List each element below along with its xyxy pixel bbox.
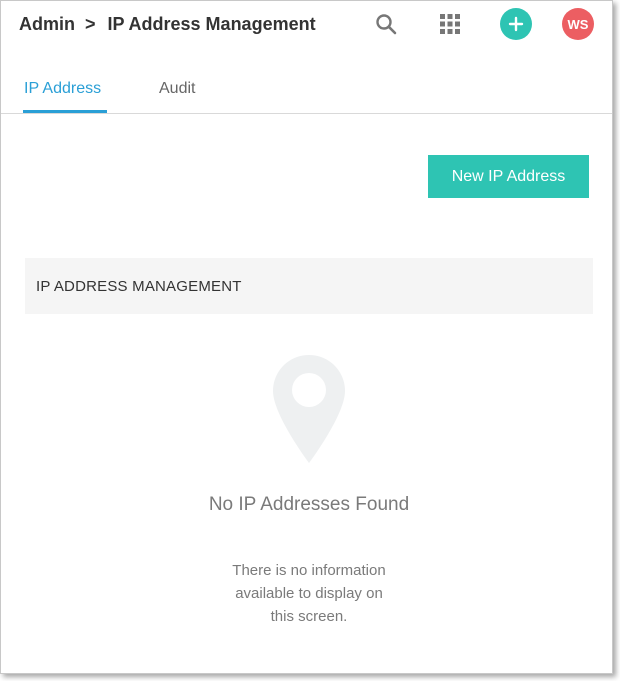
- page-title: IP Address Management: [107, 14, 316, 34]
- add-button[interactable]: [500, 8, 532, 40]
- empty-state-description: There is no information available to dis…: [232, 562, 386, 625]
- breadcrumb-separator: >: [85, 14, 96, 34]
- breadcrumb-admin-link[interactable]: Admin: [19, 14, 75, 35]
- plus-icon: [508, 16, 524, 32]
- app-window: Admin > IP Address Management WS IP Addr…: [0, 0, 613, 674]
- empty-state-title: No IP Addresses Found: [208, 494, 410, 515]
- search-icon: [376, 14, 397, 35]
- location-pin-icon: [273, 355, 345, 463]
- grid-icon: [440, 14, 460, 34]
- user-avatar[interactable]: WS: [562, 8, 594, 40]
- header: Admin > IP Address Management WS: [1, 1, 612, 51]
- tab-ip-address[interactable]: IP Address: [24, 80, 101, 98]
- tab-audit[interactable]: Audit: [159, 80, 195, 98]
- apps-button[interactable]: [435, 9, 465, 39]
- section-title: IP ADDRESS MANAGEMENT: [25, 258, 593, 314]
- active-tab-indicator: [23, 110, 107, 113]
- search-button[interactable]: [371, 9, 401, 39]
- new-ip-address-button[interactable]: New IP Address: [428, 155, 589, 198]
- breadcrumb: Admin > IP Address Management: [19, 14, 316, 35]
- tab-bar: IP Address Audit: [1, 63, 612, 114]
